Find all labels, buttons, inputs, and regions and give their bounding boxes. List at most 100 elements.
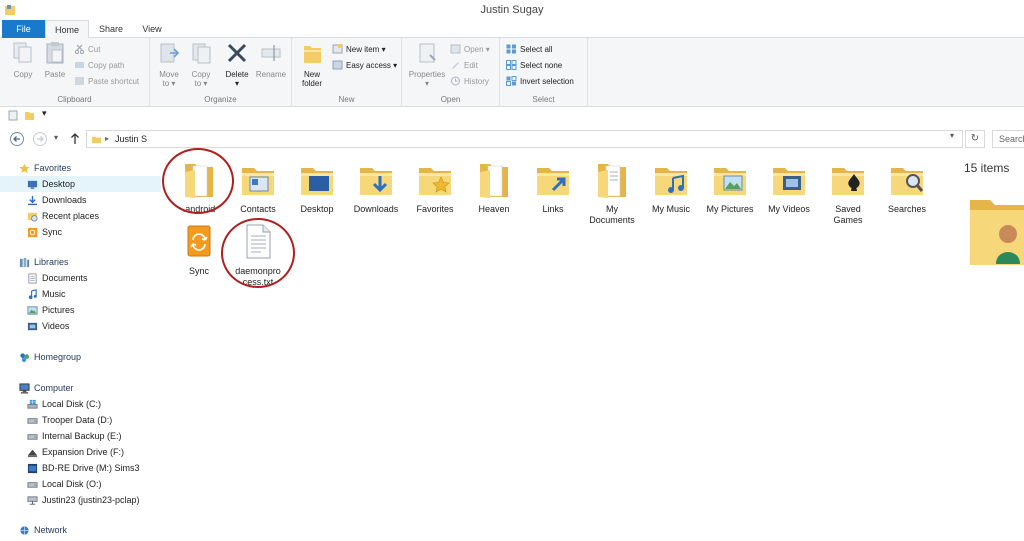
libraries-icon bbox=[19, 257, 30, 268]
new-folder-quick-icon[interactable] bbox=[24, 110, 35, 121]
history-label: History bbox=[464, 77, 489, 86]
search-input[interactable]: Search bbox=[992, 130, 1024, 148]
nav-documents[interactable]: Documents bbox=[0, 270, 161, 286]
nav-videos[interactable]: Videos bbox=[0, 318, 161, 334]
videos-folder-icon bbox=[769, 160, 809, 200]
refresh-button[interactable]: ↻ bbox=[965, 130, 985, 148]
breadcrumb-separator: ▸ bbox=[105, 134, 110, 143]
address-row: ▾ ▸ Justin S ▾ ↻ Search bbox=[0, 128, 1024, 150]
rename-button[interactable]: Rename bbox=[254, 41, 288, 79]
new-item-label: New item ▾ bbox=[346, 45, 386, 54]
up-arrow-icon[interactable] bbox=[69, 132, 81, 145]
select-none-button[interactable]: Select none bbox=[506, 59, 562, 72]
forward-button[interactable] bbox=[33, 132, 47, 146]
file-item-my-videos[interactable]: My Videos bbox=[758, 160, 820, 215]
nav-local-disk-o-label: Local Disk (O:) bbox=[42, 479, 102, 489]
network-drive-icon bbox=[27, 496, 38, 505]
invert-selection-button[interactable]: Invert selection bbox=[506, 75, 574, 88]
nav-favorites[interactable]: Favorites bbox=[0, 160, 161, 176]
nav-recent-places[interactable]: Recent places bbox=[0, 208, 161, 224]
properties-icon bbox=[419, 43, 436, 63]
nav-bd-re-drive[interactable]: BD-RE Drive (M:) Sims3 bbox=[0, 460, 161, 476]
paste-button[interactable]: Paste bbox=[40, 41, 70, 79]
nav-network[interactable]: Network bbox=[0, 522, 161, 538]
file-name-line: Documents bbox=[589, 215, 635, 225]
properties-quick-icon[interactable] bbox=[8, 110, 19, 121]
file-item-searches[interactable]: Searches bbox=[876, 160, 938, 215]
nav-internal-backup[interactable]: Internal Backup (E:) bbox=[0, 428, 161, 444]
nav-sync[interactable]: Sync bbox=[0, 224, 161, 240]
file-item-downloads[interactable]: Downloads bbox=[345, 160, 407, 215]
file-name: Favorites bbox=[416, 204, 454, 214]
external-drive-icon bbox=[27, 449, 38, 458]
invert-selection-label: Invert selection bbox=[520, 77, 574, 86]
address-bar[interactable]: ▸ Justin S bbox=[86, 130, 963, 148]
file-name: Heaven bbox=[478, 204, 510, 214]
computer-icon bbox=[19, 383, 30, 394]
tab-share[interactable]: Share bbox=[92, 20, 130, 38]
paste-label: Paste bbox=[44, 70, 66, 79]
nav-local-disk-o[interactable]: Local Disk (O:) bbox=[0, 476, 161, 492]
nav-expansion-drive[interactable]: Expansion Drive (F:) bbox=[0, 444, 161, 460]
customize-quick-access-dropdown[interactable]: ▾ bbox=[42, 108, 53, 119]
nav-desktop-label: Desktop bbox=[42, 179, 76, 189]
tab-file[interactable]: File bbox=[2, 20, 45, 38]
new-folder-label: New bbox=[303, 70, 320, 79]
nav-computer[interactable]: Computer bbox=[0, 380, 161, 396]
user-folder-icon bbox=[91, 134, 102, 145]
recent-places-icon bbox=[27, 212, 38, 222]
nav-trooper-data[interactable]: Trooper Data (D:) bbox=[0, 412, 161, 428]
file-item-links[interactable]: Links bbox=[522, 160, 584, 215]
nav-libraries[interactable]: Libraries bbox=[0, 254, 161, 270]
scissors-icon bbox=[74, 44, 85, 54]
copy-path-label: Copy path bbox=[88, 61, 125, 70]
copy-icon bbox=[13, 42, 32, 63]
easy-access-button[interactable]: Easy access ▾ bbox=[332, 59, 397, 72]
contacts-folder-icon bbox=[238, 160, 278, 200]
properties-button[interactable]: Properties ▾ bbox=[406, 41, 448, 88]
select-none-icon bbox=[506, 60, 517, 70]
desktop-folder-icon bbox=[297, 160, 337, 200]
file-item-favorites[interactable]: Favorites bbox=[404, 160, 466, 215]
title-bar: Justin Sugay bbox=[0, 0, 1024, 20]
tab-home[interactable]: Home bbox=[45, 20, 89, 39]
file-item-my-pictures[interactable]: My Pictures bbox=[699, 160, 761, 215]
file-item-heaven[interactable]: Heaven bbox=[463, 160, 525, 215]
nav-expansion-drive-label: Expansion Drive (F:) bbox=[42, 447, 125, 457]
address-dropdown[interactable]: ▾ bbox=[950, 131, 954, 140]
delete-button[interactable]: Delete ▾ bbox=[222, 41, 252, 88]
nav-documents-label: Documents bbox=[42, 273, 88, 283]
move-to-button[interactable]: Move to ▾ bbox=[154, 41, 184, 88]
file-item-my-music[interactable]: My Music bbox=[640, 160, 702, 215]
copy-to-button[interactable]: Copy to ▾ bbox=[186, 41, 216, 88]
breadcrumb-path[interactable]: Justin S bbox=[115, 134, 147, 144]
file-item-my-documents[interactable]: My Documents bbox=[581, 160, 643, 226]
hard-drive-icon bbox=[27, 434, 38, 440]
new-folder-button[interactable]: New folder bbox=[296, 41, 328, 88]
file-item-desktop[interactable]: Desktop bbox=[286, 160, 348, 215]
tab-view[interactable]: View bbox=[134, 20, 170, 38]
select-all-button[interactable]: Select all bbox=[506, 43, 552, 56]
new-item-button[interactable]: New item ▾ bbox=[332, 43, 386, 56]
nav-pictures[interactable]: Pictures bbox=[0, 302, 161, 318]
nav-desktop[interactable]: Desktop bbox=[0, 176, 161, 192]
history-button[interactable]: History bbox=[450, 75, 489, 88]
nav-downloads[interactable]: Downloads bbox=[0, 192, 161, 208]
nav-music[interactable]: Music bbox=[0, 286, 161, 302]
recent-locations-dropdown[interactable]: ▾ bbox=[54, 133, 58, 142]
searches-folder-icon bbox=[887, 160, 924, 200]
copy-path-button[interactable]: Copy path bbox=[74, 59, 124, 72]
back-button[interactable] bbox=[10, 132, 24, 146]
file-item-saved-games[interactable]: Saved Games bbox=[817, 160, 879, 226]
copy-button[interactable]: Copy bbox=[8, 41, 38, 79]
nav-homegroup[interactable]: Homegroup bbox=[0, 349, 161, 365]
paste-shortcut-button[interactable]: Paste shortcut bbox=[74, 75, 139, 88]
file-item-contacts[interactable]: Contacts bbox=[227, 160, 289, 215]
annotation-circle bbox=[221, 218, 295, 288]
edit-button[interactable]: Edit bbox=[450, 59, 478, 72]
nav-local-disk-c[interactable]: Local Disk (C:) bbox=[0, 396, 161, 412]
nav-internal-backup-label: Internal Backup (E:) bbox=[42, 431, 122, 441]
cut-button[interactable]: Cut bbox=[74, 43, 100, 56]
open-button[interactable]: Open ▾ bbox=[450, 43, 490, 56]
nav-justin23[interactable]: Justin23 (justin23-pclap) bbox=[0, 492, 161, 508]
